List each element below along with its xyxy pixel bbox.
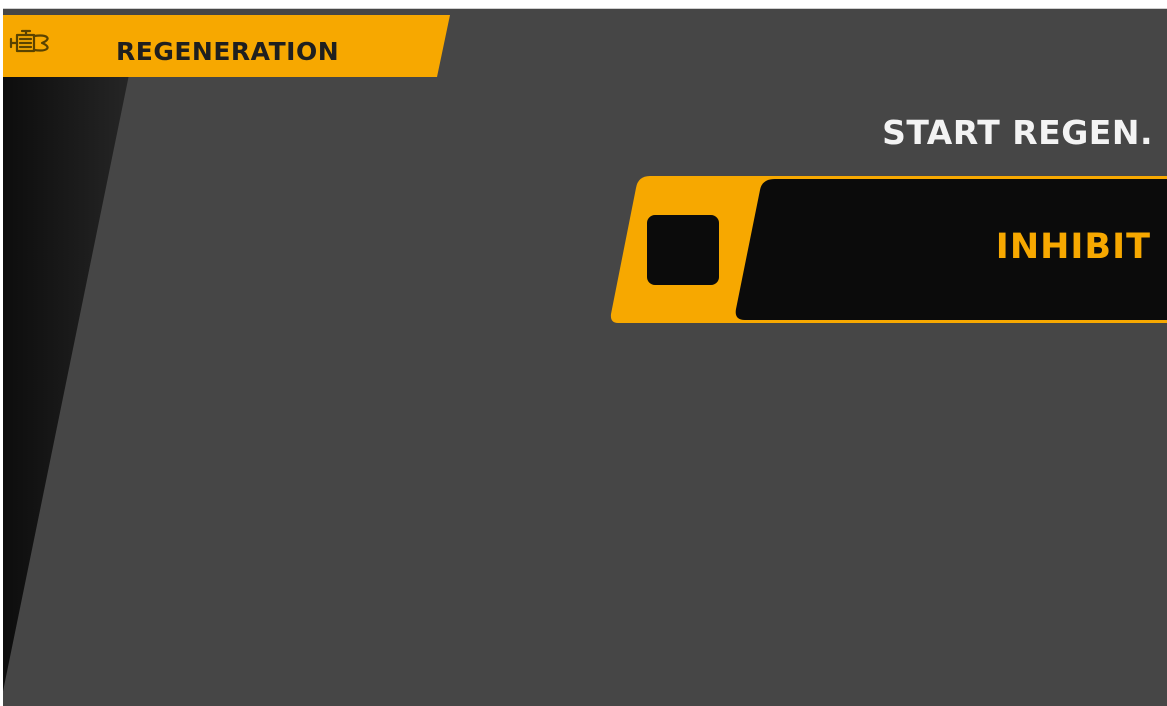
inhibit-toggle[interactable]: INHIBIT — [610, 176, 1167, 323]
left-border — [0, 0, 3, 706]
regeneration-screen: REGENERATION START REGEN. INHIBIT — [0, 0, 1167, 706]
start-regen-title: START REGEN. — [882, 113, 1153, 152]
engine-icon — [9, 29, 49, 53]
inhibit-label: INHIBIT — [995, 227, 1151, 267]
page-title: REGENERATION — [116, 37, 340, 66]
background-wedge — [0, 60, 132, 706]
inhibit-checkbox[interactable] — [647, 215, 719, 285]
